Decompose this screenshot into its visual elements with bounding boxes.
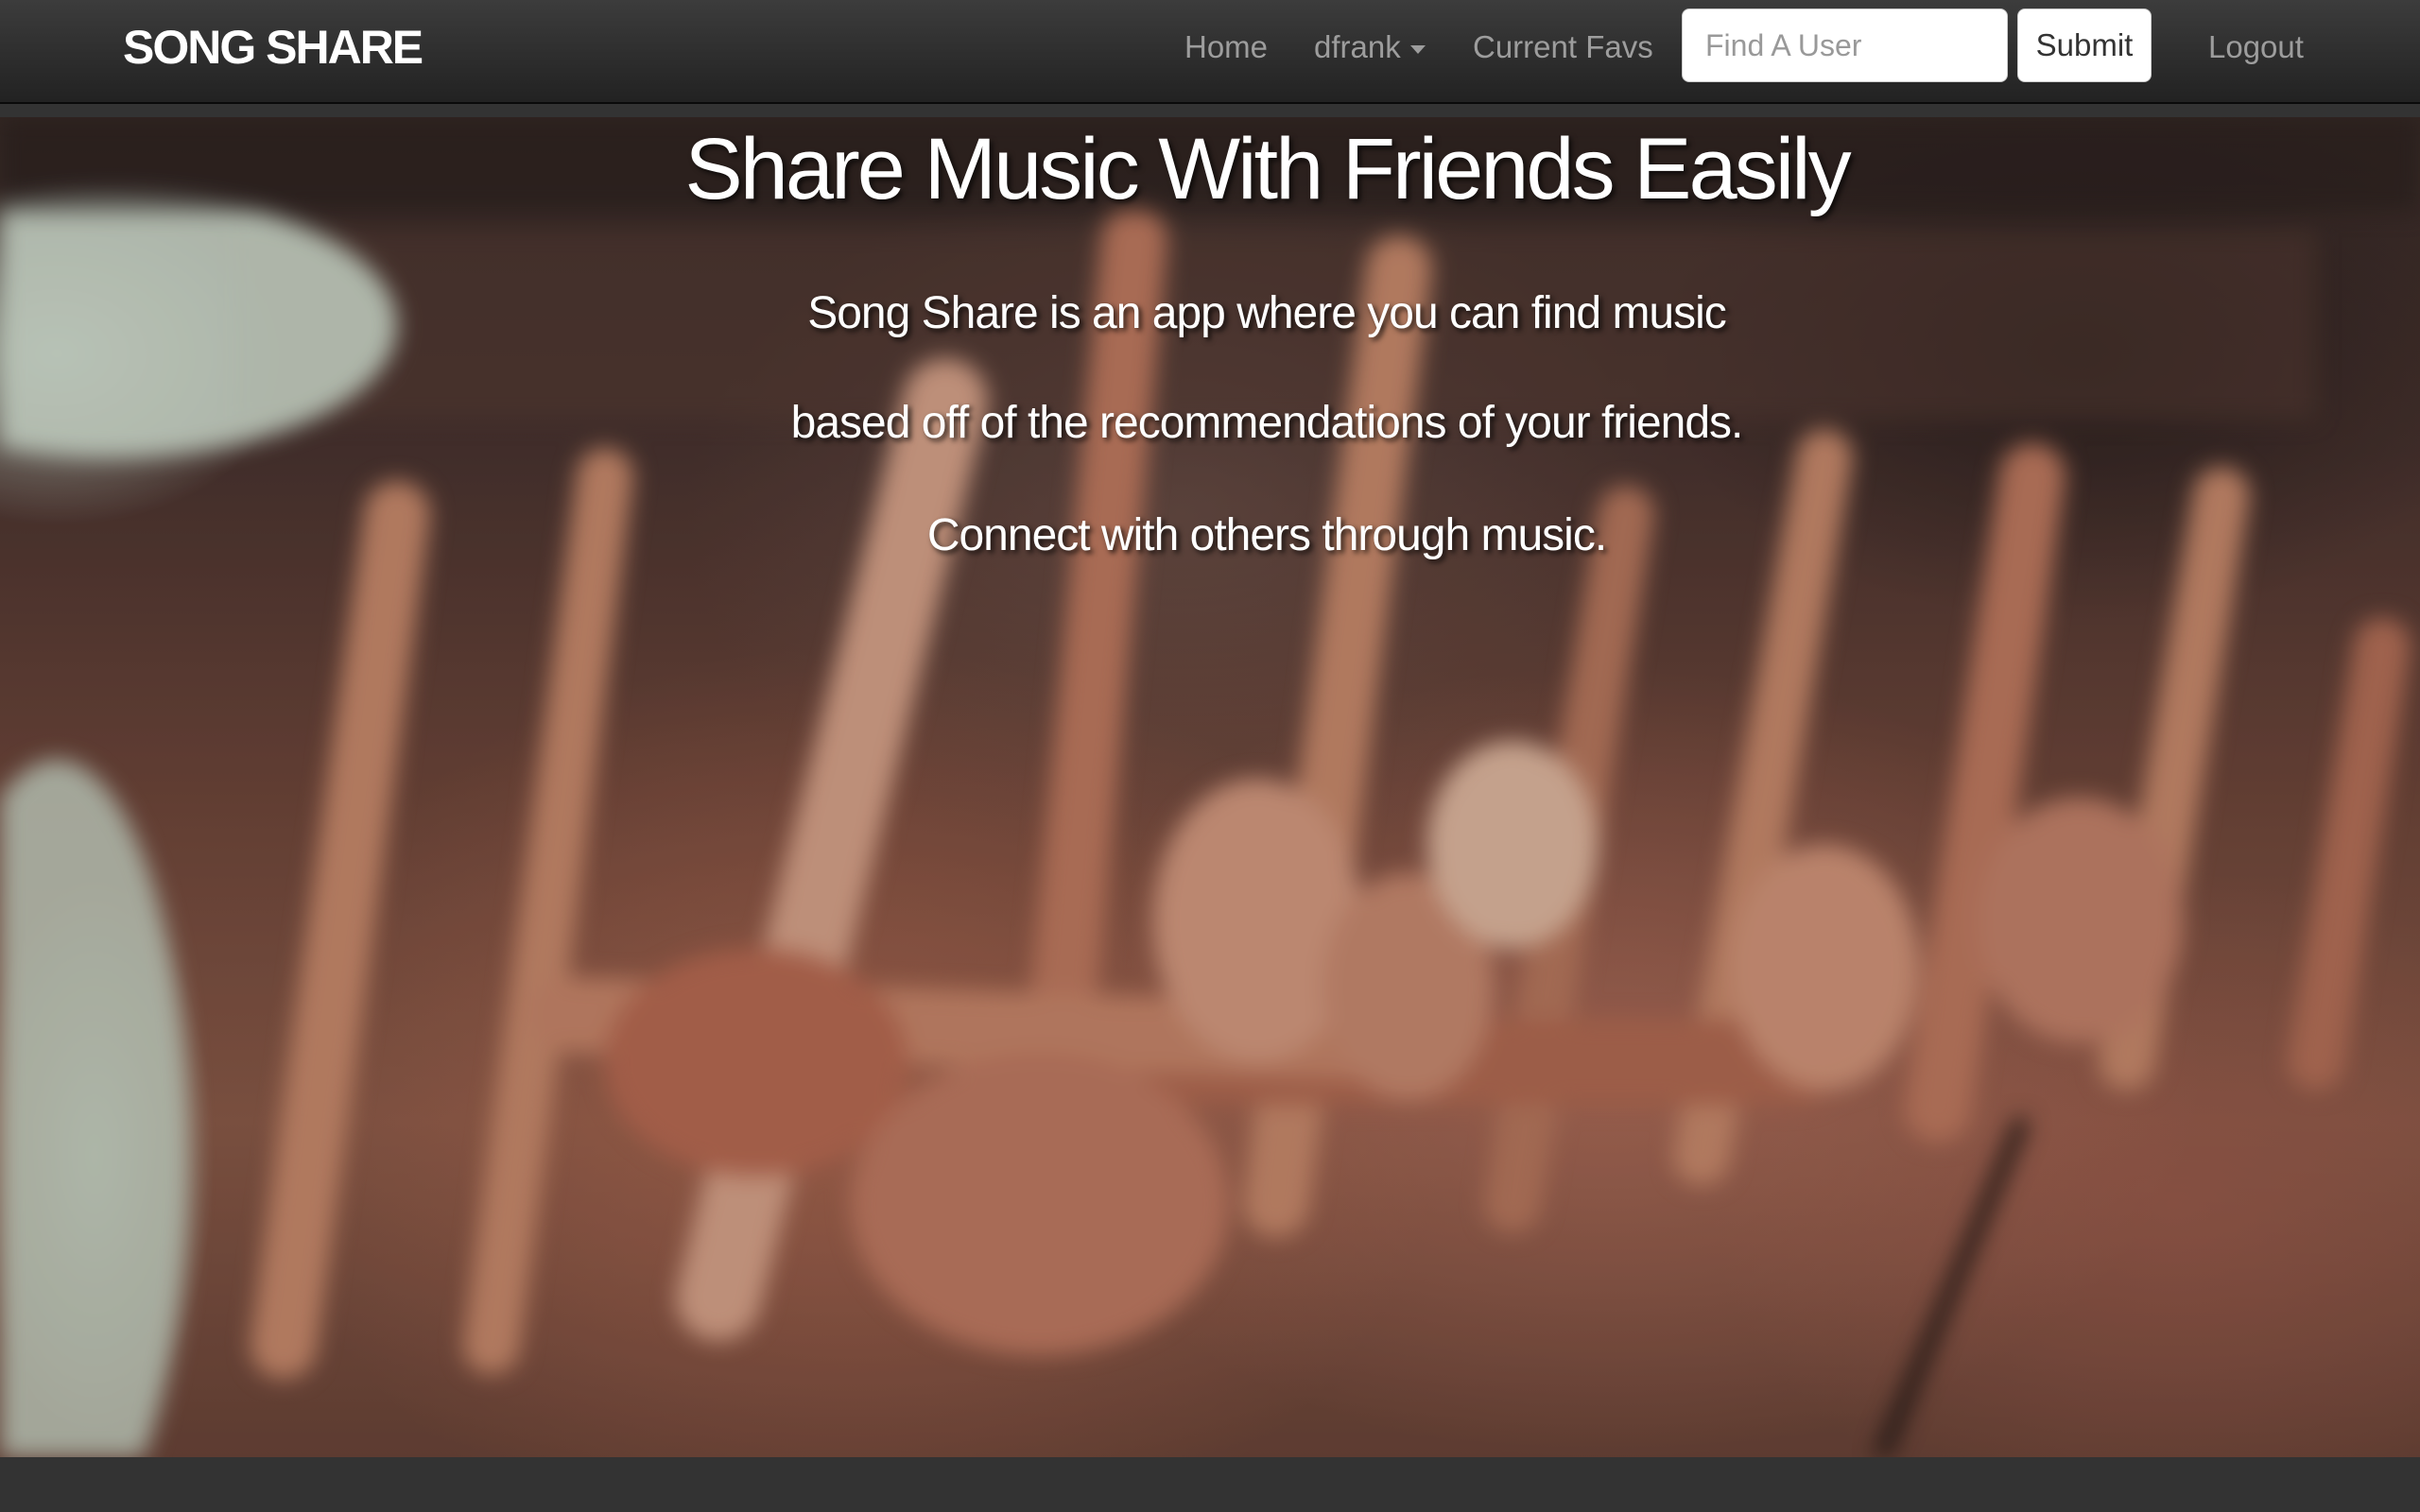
hero-text-line: Connect with others through music. [926, 510, 1607, 560]
logout-link[interactable]: Logout [2208, 26, 2304, 68]
user-dropdown-label: dfrank [1314, 29, 1401, 64]
hero-section: Share Music With Friends Easily Song Sha… [0, 117, 2420, 1457]
find-user-input[interactable] [1682, 9, 2008, 82]
hero-text-line: based off of the recommendations of your… [790, 398, 1744, 448]
submit-button[interactable]: Submit [2017, 9, 2152, 82]
nav-current-favs-link[interactable]: Current Favs [1473, 26, 1653, 68]
page: SONG SHARE Home dfrank Current Favs Subm… [0, 0, 2420, 1512]
brand-logo[interactable]: SONG SHARE [123, 17, 424, 77]
hero-title: Share Music With Friends Easily [684, 121, 1851, 217]
nav-home-link[interactable]: Home [1184, 26, 1268, 68]
footer-band [0, 1457, 2420, 1512]
caret-down-icon [1409, 44, 1426, 54]
user-dropdown[interactable]: dfrank [1314, 26, 1426, 68]
navbar: SONG SHARE Home dfrank Current Favs Subm… [0, 0, 2420, 104]
hero-text-line: Song Share is an app where you can find … [807, 288, 1727, 338]
